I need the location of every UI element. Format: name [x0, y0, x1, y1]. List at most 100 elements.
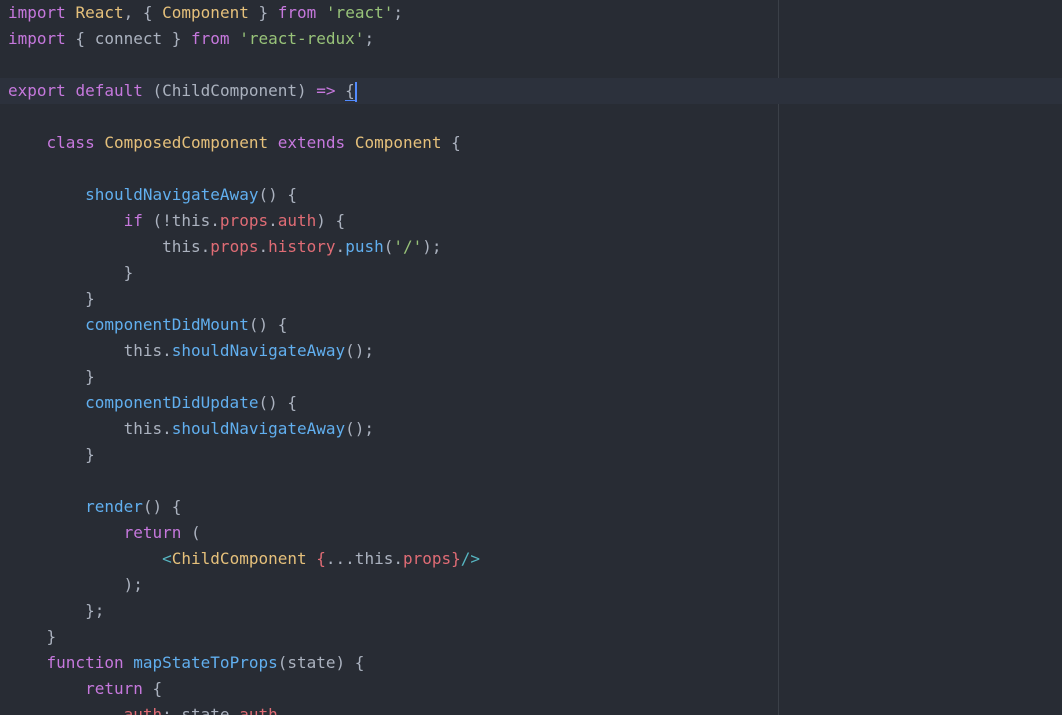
plain-token: () { [258, 185, 297, 204]
code-lines[interactable]: import React, { Component } from 'react'… [0, 0, 1062, 715]
function-token: shouldNavigateAway [171, 341, 346, 360]
code-line[interactable]: <ChildComponent {...this.props}/> [0, 546, 1062, 572]
plain-token: (); [345, 341, 375, 360]
code-line[interactable]: return { [0, 676, 1062, 702]
function-token: push [345, 237, 384, 256]
function-token: render [85, 497, 143, 516]
keyword-token: import [8, 3, 66, 22]
keyword-token: => [316, 81, 336, 100]
function-token: mapStateToProps [133, 653, 278, 672]
plain-token: { connect } [65, 29, 192, 48]
property-token: auth [277, 211, 317, 230]
code-line[interactable]: } [0, 260, 1062, 286]
function-token: componentDidUpdate [85, 393, 259, 412]
plain-token: } [8, 289, 95, 308]
property-token: props [402, 549, 452, 568]
plain-token: ( [181, 523, 201, 542]
plain-token: . [268, 211, 278, 230]
operator-token: /> [460, 549, 481, 568]
plain-token: } [8, 445, 95, 464]
type-token: ComposedComponent [104, 133, 269, 152]
keyword-token: from [277, 3, 317, 22]
code-line[interactable]: import React, { Component } from 'react'… [0, 0, 1062, 26]
plain-token: }; [8, 601, 105, 620]
function-token: shouldNavigateAway [171, 419, 346, 438]
keyword-token: extends [277, 133, 346, 152]
code-editor[interactable]: import React, { Component } from 'react'… [0, 0, 1062, 715]
code-line[interactable]: if (!this.props.auth) { [0, 208, 1062, 234]
plain-token: } [248, 3, 278, 22]
code-line[interactable]: import { connect } from 'react-redux'; [0, 26, 1062, 52]
property-token: props [219, 211, 269, 230]
code-line[interactable]: componentDidUpdate() { [0, 390, 1062, 416]
keyword-token: import [8, 29, 66, 48]
keyword-token: from [191, 29, 230, 48]
type-token: Component [162, 3, 249, 22]
plain-token: ; [364, 29, 375, 48]
plain-token: ) { [316, 211, 346, 230]
code-line[interactable]: render() { [0, 494, 1062, 520]
plain-token: } [8, 367, 95, 386]
code-line[interactable]: return ( [0, 520, 1062, 546]
code-line[interactable]: } [0, 624, 1062, 650]
function-token: shouldNavigateAway [85, 185, 259, 204]
text-cursor [354, 81, 357, 102]
code-line[interactable]: shouldNavigateAway() { [0, 182, 1062, 208]
code-line[interactable] [0, 156, 1062, 182]
type-token: ChildComponent [171, 549, 307, 568]
property-token: auth [239, 705, 278, 715]
keyword-token: if [123, 211, 143, 230]
plain-token: : state. [162, 705, 240, 715]
code-line[interactable]: class ComposedComponent extends Componen… [0, 130, 1062, 156]
type-token: Component [354, 133, 442, 152]
code-line[interactable]: export default (ChildComponent) => { [0, 78, 1062, 104]
code-line[interactable] [0, 52, 1062, 78]
plain-token: this. [8, 341, 172, 360]
keyword-token: return [85, 679, 143, 698]
plain-token: this. [8, 419, 172, 438]
keyword-token: function [46, 653, 124, 672]
plain-token: . [335, 237, 346, 256]
plain-token: { [142, 679, 163, 698]
plain-token: (!this. [142, 211, 220, 230]
plain-token: ; [393, 3, 403, 22]
code-line[interactable]: auth: state.auth [0, 702, 1062, 715]
code-line[interactable]: } [0, 286, 1062, 312]
string-token: 'react-redux' [239, 29, 365, 48]
plain-token: () { [248, 315, 288, 334]
code-line[interactable] [0, 104, 1062, 130]
plain-token: ...this. [325, 549, 403, 568]
plain-token: () { [258, 393, 297, 412]
code-line[interactable] [0, 468, 1062, 494]
code-line[interactable]: componentDidMount() { [0, 312, 1062, 338]
type-token: React [75, 3, 124, 22]
plain-token: () { [142, 497, 182, 516]
plain-token: this. [8, 237, 211, 256]
plain-token: { [441, 133, 461, 152]
code-line[interactable]: function mapStateToProps(state) { [0, 650, 1062, 676]
plain-token: ); [8, 575, 143, 594]
code-line[interactable]: this.shouldNavigateAway(); [0, 338, 1062, 364]
code-line[interactable]: } [0, 364, 1062, 390]
property-token: { [316, 549, 326, 568]
code-line[interactable]: this.shouldNavigateAway(); [0, 416, 1062, 442]
code-line[interactable]: }; [0, 598, 1062, 624]
code-line[interactable]: ); [0, 572, 1062, 598]
code-line[interactable]: this.props.history.push('/'); [0, 234, 1062, 260]
code-line[interactable]: } [0, 442, 1062, 468]
